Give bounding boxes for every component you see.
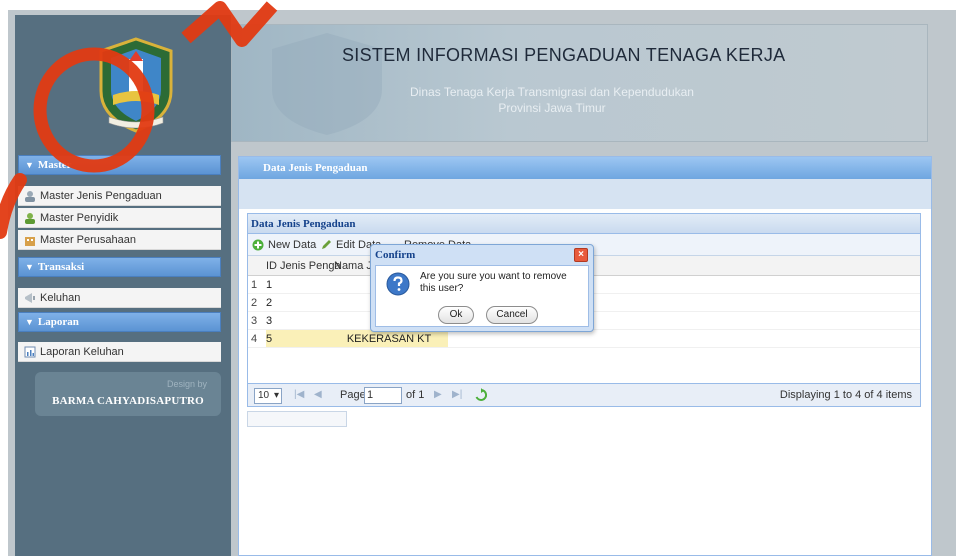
refresh-icon[interactable] xyxy=(474,388,488,402)
sidebar-item-laporan-keluhan[interactable]: Laporan Keluhan xyxy=(18,342,221,362)
province-name: Provinsi Jawa Timur xyxy=(498,101,606,115)
cancel-button[interactable]: Cancel xyxy=(486,306,538,324)
sidebar-section-master[interactable]: ▼ Master xyxy=(18,155,221,175)
agency-name: Dinas Tenaga Kerja Transmigrasi dan Kepe… xyxy=(410,85,694,99)
page-of-label: of 1 xyxy=(406,389,425,401)
collapse-triangle-icon: ▼ xyxy=(25,317,34,327)
report-icon xyxy=(24,346,36,358)
grid-pager: 10 ▾ |◀ ◀ Page 1 of 1 ▶ ▶| Displaying 1 … xyxy=(247,383,921,407)
grid-title: Data Jenis Pengaduan xyxy=(248,214,920,234)
row-number: 3 xyxy=(251,315,258,327)
close-icon[interactable]: × xyxy=(574,248,588,262)
cell-id: 5 xyxy=(266,333,273,345)
column-header-id[interactable]: ID Jenis Penga xyxy=(266,260,341,272)
sidebar-section-transaksi[interactable]: ▼ Transaksi xyxy=(18,257,221,277)
design-by-label: Design by xyxy=(166,379,207,389)
main-panel-strip xyxy=(239,179,931,209)
row-number: 4 xyxy=(251,333,258,345)
next-page-icon[interactable]: ▶ xyxy=(434,389,442,400)
page-number-input[interactable]: 1 xyxy=(364,387,402,404)
new-data-button[interactable]: New Data xyxy=(252,237,316,253)
user-icon xyxy=(25,213,35,224)
chevron-down-icon: ▾ xyxy=(273,390,279,401)
page-size-select[interactable]: 10 ▾ xyxy=(254,388,282,404)
collapse-triangle-icon: ▼ xyxy=(25,262,34,272)
sidebar-item-master-perusahaan[interactable]: Master Perusahaan xyxy=(18,230,221,250)
sidebar-item-master-jenis-pengaduan[interactable]: Master Jenis Pengaduan xyxy=(18,186,221,206)
cell-id: 1 xyxy=(266,279,273,291)
megaphone-icon xyxy=(25,293,35,303)
displaying-info: Displaying 1 to 4 of 4 items xyxy=(779,389,912,401)
prev-page-icon[interactable]: ◀ xyxy=(314,389,322,400)
row-number: 2 xyxy=(251,297,258,309)
add-icon xyxy=(252,239,264,251)
pencil-icon xyxy=(322,240,331,249)
users-icon xyxy=(25,191,35,202)
app-title: SISTEM INFORMASI PENGADUAN TENAGA KERJA xyxy=(342,45,786,65)
cell-id: 2 xyxy=(266,297,273,309)
sidebar xyxy=(15,15,231,556)
sidebar-item-keluhan[interactable]: Keluhan xyxy=(18,288,221,308)
cell-nama: KEKERASAN KT xyxy=(346,333,432,345)
last-page-icon[interactable]: ▶| xyxy=(452,389,462,400)
status-field xyxy=(247,411,347,427)
question-icon xyxy=(386,272,410,296)
table-row-selected[interactable]: 4 5 KEKERASAN KT xyxy=(248,330,920,348)
building-icon xyxy=(25,237,35,246)
sidebar-item-master-penyidik[interactable]: Master Penyidik xyxy=(18,208,221,228)
dialog-body: Are you sure you want to remove this use… xyxy=(375,265,589,327)
app-header: SISTEM INFORMASI PENGADUAN TENAGA KERJA … xyxy=(231,24,928,142)
province-logo xyxy=(91,35,181,135)
confirm-dialog: Confirm × Are you sure you want to remov… xyxy=(370,244,594,332)
dialog-message: Are you sure you want to remove this use… xyxy=(420,271,567,294)
dialog-title: Confirm xyxy=(375,249,416,261)
main-panel-title: Data Jenis Pengaduan xyxy=(239,157,931,179)
cell-id: 3 xyxy=(266,315,273,327)
designer-credit: Design by BARMA CAHYADISAPUTRO xyxy=(35,372,221,416)
sidebar-section-laporan[interactable]: ▼ Laporan xyxy=(18,312,221,332)
main-panel: Data Jenis Pengaduan Data Jenis Pengadua… xyxy=(238,156,932,556)
ok-button[interactable]: Ok xyxy=(438,306,474,324)
row-number: 1 xyxy=(251,279,258,291)
collapse-triangle-icon: ▼ xyxy=(25,160,34,170)
designer-name: BARMA CAHYADISAPUTRO xyxy=(52,395,204,407)
page-label: Page xyxy=(340,389,366,401)
column-header-nama[interactable]: Nama J xyxy=(334,260,372,272)
first-page-icon[interactable]: |◀ xyxy=(294,389,304,400)
